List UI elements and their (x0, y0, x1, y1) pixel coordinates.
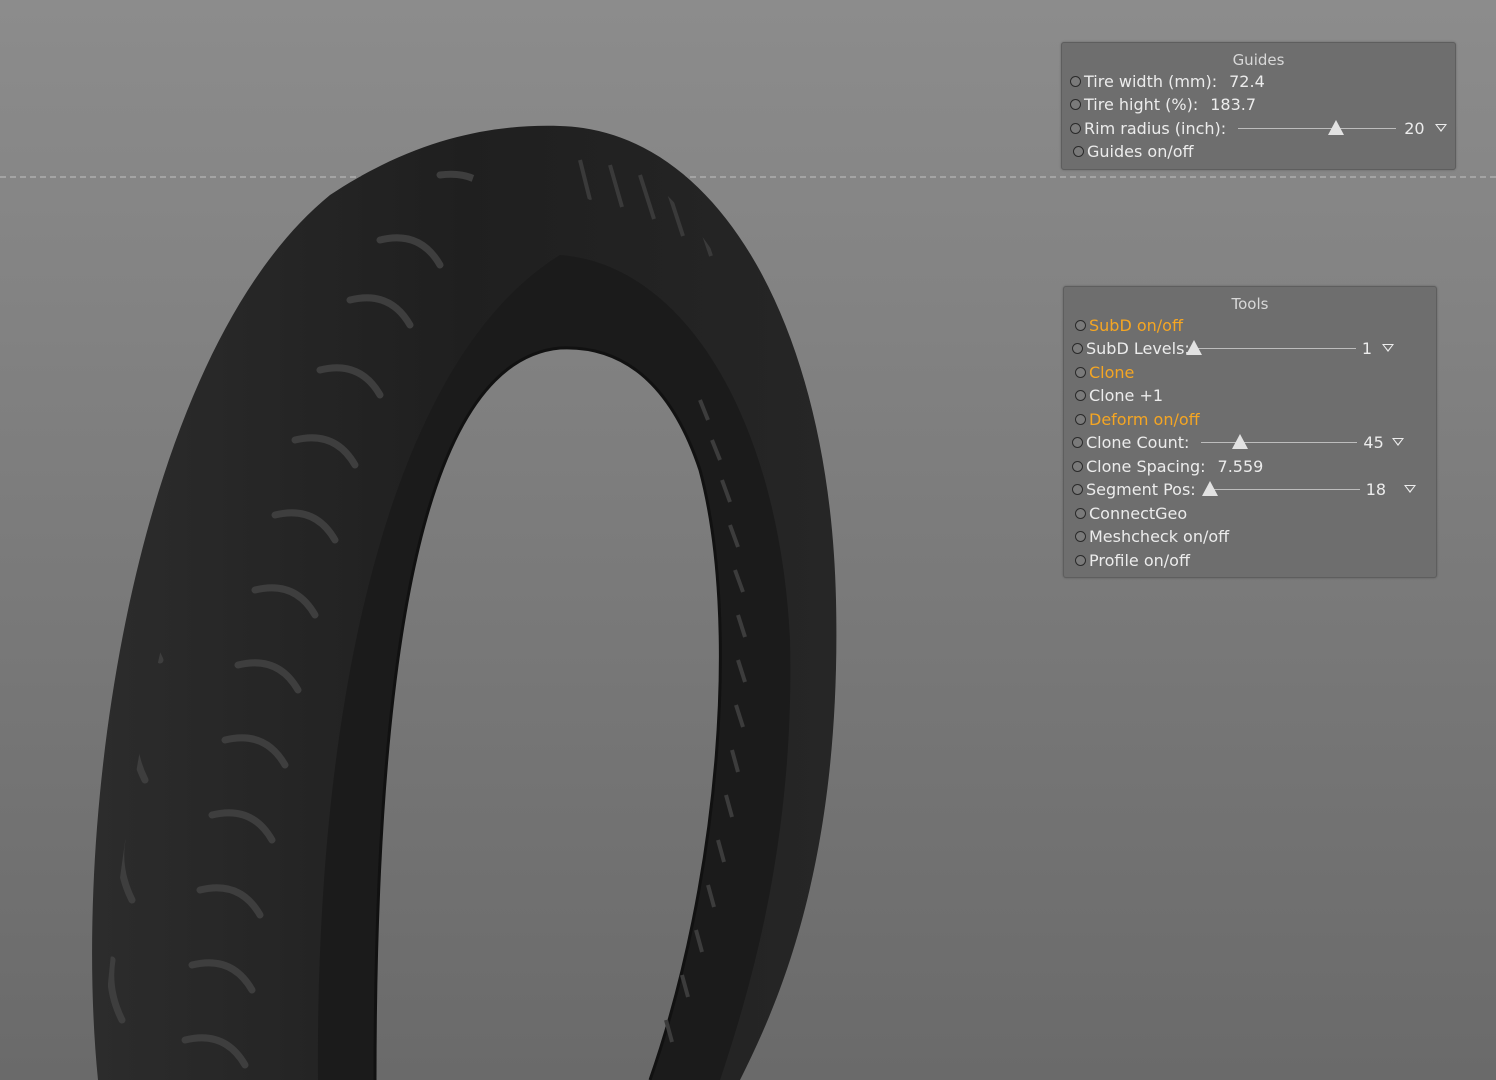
guides-panel-title: Guides (1232, 51, 1285, 69)
meshcheck-row[interactable]: Meshcheck on/off (1075, 525, 1436, 547)
guides-toggle-row[interactable]: Guides on/off (1073, 140, 1455, 162)
tire-height-row[interactable]: Tire hight (%): 183.7 (1070, 93, 1455, 115)
clone-row[interactable]: Clone (1075, 361, 1436, 383)
slider-thumb-icon[interactable] (1328, 120, 1345, 135)
slider-track (1238, 128, 1397, 129)
rim-radius-row[interactable]: Rim radius (inch): 20 (1070, 117, 1455, 139)
segment-pos-slider[interactable] (1201, 481, 1360, 497)
radio-button-icon[interactable] (1072, 342, 1083, 354)
tire-width-label: Tire width (mm): (1084, 71, 1218, 91)
clone-plus-label[interactable]: Clone +1 (1089, 386, 1163, 405)
clone-count-slider[interactable] (1201, 434, 1358, 450)
clone-count-row[interactable]: Clone Count: 45 (1072, 431, 1436, 453)
clone-spacing-row[interactable]: Clone Spacing: 7.559 (1072, 455, 1436, 477)
tools-panel-title: Tools (1231, 295, 1269, 313)
radio-button-icon[interactable] (1073, 145, 1084, 157)
radio-button-icon[interactable] (1075, 319, 1086, 331)
segment-pos-value[interactable]: 18 (1366, 480, 1386, 499)
slider-track (1201, 442, 1358, 443)
clone-label[interactable]: Clone (1089, 363, 1134, 382)
slider-thumb-icon[interactable] (1232, 434, 1249, 449)
subd-levels-slider[interactable] (1185, 340, 1356, 356)
radio-button-icon[interactable] (1075, 507, 1086, 519)
meshcheck-label[interactable]: Meshcheck on/off (1089, 527, 1229, 546)
rim-radius-slider[interactable] (1238, 120, 1397, 136)
guides-panel: Guides Tire width (mm): 72.4 Tire hight … (1061, 42, 1456, 170)
clone-count-dropdown-icon[interactable] (1391, 438, 1404, 446)
clone-spacing-label: Clone Spacing: (1086, 456, 1206, 476)
tire-height-value[interactable]: 183.7 (1210, 95, 1256, 114)
radio-button-icon[interactable] (1070, 98, 1081, 110)
connect-geo-label[interactable]: ConnectGeo (1089, 504, 1187, 523)
radio-button-icon[interactable] (1075, 389, 1086, 401)
tire-height-label: Tire hight (%): (1084, 94, 1199, 114)
slider-thumb-icon[interactable] (1201, 481, 1218, 496)
radio-button-icon[interactable] (1075, 554, 1086, 566)
radio-button-icon[interactable] (1072, 436, 1083, 448)
subd-levels-value[interactable]: 1 (1362, 339, 1372, 358)
rim-radius-dropdown-icon[interactable] (1434, 124, 1447, 132)
subd-levels-label: SubD Levels: (1086, 338, 1190, 358)
deform-toggle-row[interactable]: Deform on/off (1075, 408, 1436, 430)
segment-pos-dropdown-icon[interactable] (1404, 485, 1417, 493)
deform-toggle-label[interactable]: Deform on/off (1089, 410, 1200, 429)
rim-radius-value[interactable]: 20 (1404, 119, 1424, 138)
clone-spacing-value[interactable]: 7.559 (1218, 457, 1264, 476)
slider-thumb-icon[interactable] (1185, 340, 1202, 355)
slider-track (1193, 348, 1356, 349)
radio-button-icon[interactable] (1070, 122, 1081, 134)
segment-pos-label: Segment Pos: (1086, 479, 1196, 499)
radio-button-icon[interactable] (1075, 413, 1086, 425)
profile-row[interactable]: Profile on/off (1075, 549, 1436, 571)
profile-label[interactable]: Profile on/off (1089, 551, 1190, 570)
connect-geo-row[interactable]: ConnectGeo (1075, 502, 1436, 524)
tire-width-row[interactable]: Tire width (mm): 72.4 (1070, 70, 1455, 92)
slider-track (1209, 489, 1360, 490)
radio-button-icon[interactable] (1075, 366, 1086, 378)
subd-toggle-label[interactable]: SubD on/off (1089, 316, 1183, 335)
subd-toggle-row[interactable]: SubD on/off (1075, 314, 1436, 336)
radio-button-icon[interactable] (1075, 530, 1086, 542)
tools-panel: Tools SubD on/off SubD Levels: 1 Clone C… (1063, 286, 1437, 578)
clone-count-label: Clone Count: (1086, 432, 1190, 452)
radio-button-icon[interactable] (1072, 483, 1083, 495)
radio-button-icon[interactable] (1072, 460, 1083, 472)
rim-radius-label: Rim radius (inch): (1084, 118, 1227, 138)
tire-width-value[interactable]: 72.4 (1229, 72, 1265, 91)
subd-levels-dropdown-icon[interactable] (1382, 344, 1395, 352)
guides-toggle-label: Guides on/off (1087, 141, 1194, 161)
3d-viewport[interactable]: Guides Tire width (mm): 72.4 Tire hight … (0, 0, 1496, 1080)
radio-button-icon[interactable] (1070, 75, 1081, 87)
clone-count-value[interactable]: 45 (1363, 433, 1383, 452)
subd-levels-row[interactable]: SubD Levels: 1 (1072, 337, 1436, 359)
segment-pos-row[interactable]: Segment Pos: 18 (1072, 478, 1436, 500)
clone-plus-row[interactable]: Clone +1 (1075, 384, 1436, 406)
